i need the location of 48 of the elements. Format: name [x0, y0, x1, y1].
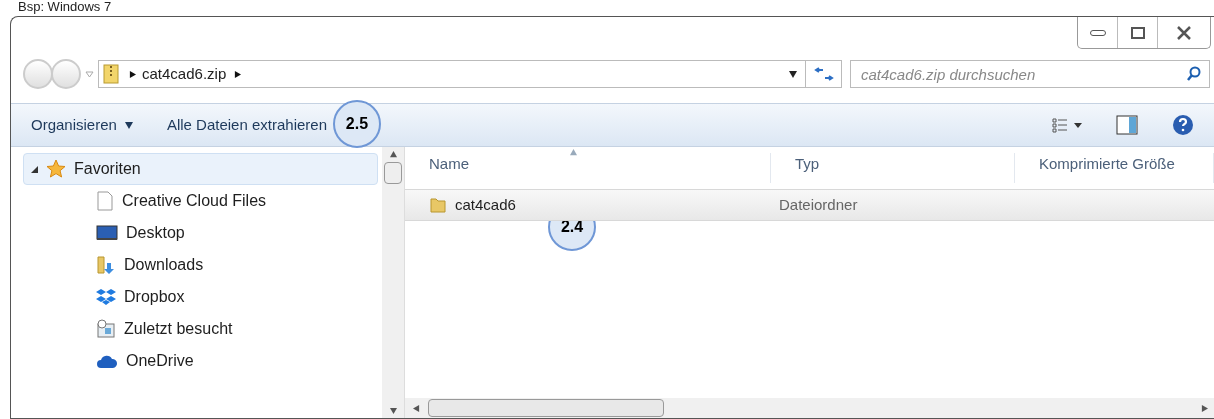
recent-places-icon [96, 319, 116, 339]
dropbox-icon [96, 288, 116, 306]
scroll-right-icon[interactable] [1201, 404, 1208, 412]
caption: Bsp: Windows 7 [17, 0, 113, 16]
search-field[interactable]: cat4cad6.zip durchsuchen [850, 60, 1210, 88]
sidebar-item[interactable]: Downloads [23, 249, 378, 281]
vertical-scrollbar[interactable] [382, 147, 404, 418]
monitor-icon [96, 224, 118, 242]
help-icon[interactable] [1172, 114, 1194, 136]
preview-pane-icon[interactable] [1116, 115, 1138, 135]
refresh-arrows-icon [813, 67, 834, 81]
scroll-left-icon[interactable] [413, 404, 420, 412]
scroll-down-icon[interactable] [389, 407, 397, 414]
folder-icon [429, 196, 447, 214]
chevron-icon[interactable] [129, 70, 136, 78]
file-type: Dateiordner [778, 194, 858, 215]
star-icon [46, 159, 66, 179]
organize-menu-button[interactable]: Organisieren [31, 113, 133, 137]
address-bar[interactable]: cat4cad6.zip [98, 60, 842, 88]
column-header[interactable]: Name [405, 153, 771, 183]
sidebar-item[interactable]: Creative Cloud Files [23, 185, 378, 217]
scrollbar-thumb[interactable] [428, 399, 664, 417]
column-header[interactable]: Komprimierte Größe [1015, 153, 1214, 183]
file-row[interactable]: cat4cad6 Dateiordner [405, 189, 1214, 221]
file-name: cat4cad6 [455, 194, 516, 215]
search-icon[interactable] [1186, 66, 1202, 82]
horizontal-scrollbar[interactable] [405, 398, 1214, 418]
chevron-icon[interactable] [234, 70, 242, 78]
document-icon [96, 191, 114, 211]
scroll-up-icon[interactable] [389, 151, 397, 158]
zip-folder-icon [103, 64, 119, 84]
column-header[interactable]: Typ [771, 153, 1015, 183]
step-callout: 2.5 [333, 99, 381, 148]
sidebar-item[interactable]: Desktop [23, 217, 378, 249]
close-icon [1176, 25, 1192, 40]
view-options-icon[interactable] [1052, 117, 1082, 133]
sidebar-item[interactable]: Zuletzt besucht [23, 313, 378, 345]
sidebar-item[interactable]: Favoriten [23, 153, 378, 185]
caret-icon [124, 121, 133, 129]
scrollbar-thumb[interactable] [384, 162, 402, 184]
breadcrumb-item[interactable]: cat4cad6.zip [142, 62, 227, 86]
sidebar-item[interactable]: Dropbox [23, 281, 378, 313]
sidebar-item[interactable]: OneDrive [23, 345, 378, 377]
dropdown-caret-icon[interactable] [789, 70, 797, 78]
download-folder-icon [96, 255, 116, 275]
expand-triangle-icon[interactable] [30, 165, 38, 173]
cloud-icon [96, 353, 118, 369]
sort-arrow-icon [570, 149, 577, 156]
